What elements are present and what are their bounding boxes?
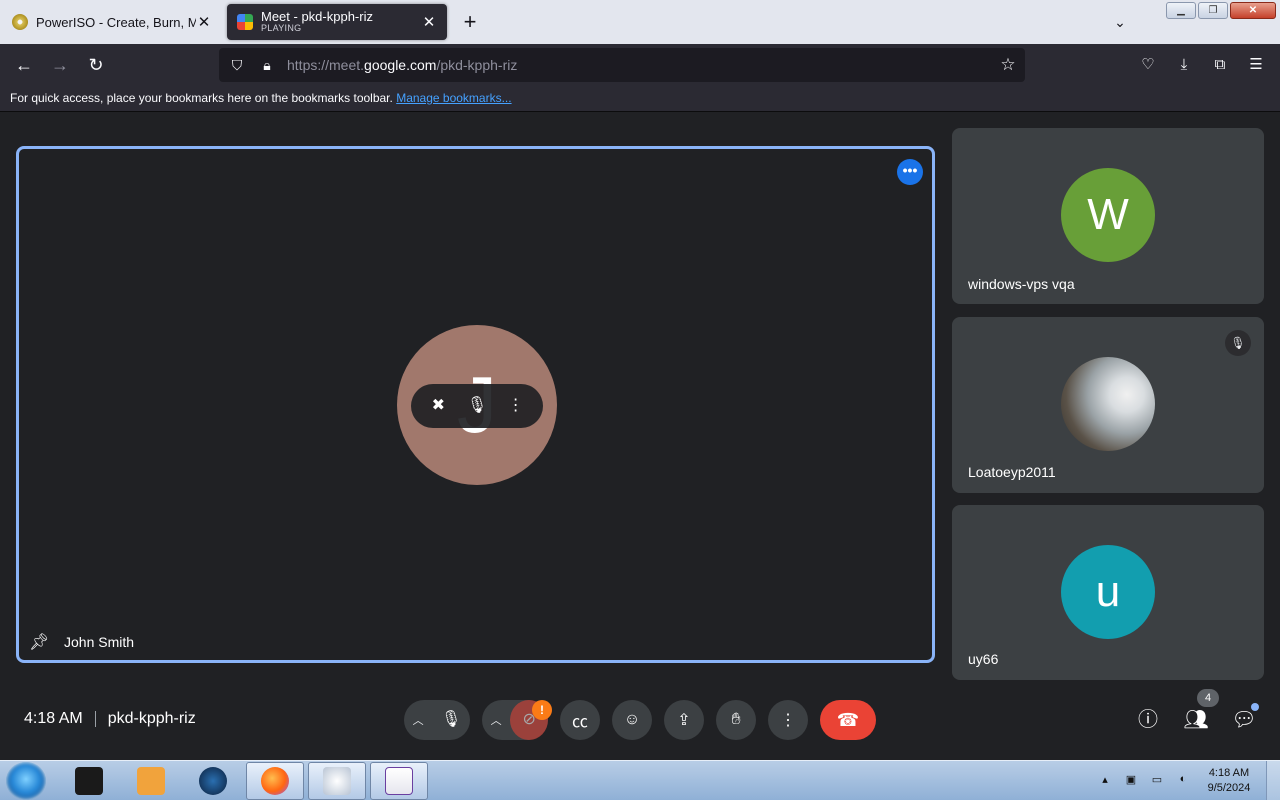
- close-tab-icon[interactable]: ✕: [421, 13, 437, 31]
- volume-icon[interactable]: ◐: [1174, 773, 1192, 789]
- close-tab-icon[interactable]: ✕: [196, 13, 212, 31]
- list-all-tabs-chevron-icon[interactable]: ⌄: [1108, 10, 1132, 34]
- mic-off-icon: 🎙︎: [1225, 330, 1251, 356]
- taskbar-app-player-icon[interactable]: [122, 762, 180, 800]
- meeting-code: pkd-kpph-riz: [107, 710, 196, 727]
- clock-date: 9/5/2024: [1207, 782, 1251, 794]
- show-hidden-icons-icon[interactable]: ▴: [1096, 773, 1114, 789]
- downloads-icon[interactable]: ⤓: [1172, 53, 1196, 77]
- system-tray: ▴ ▣ ▭ ◐ 4:18 AM 9/5/2024: [1092, 761, 1280, 800]
- new-tab-button[interactable]: +: [458, 9, 482, 35]
- mute-mic-icon[interactable]: 🎙︎: [462, 391, 492, 421]
- tab-strip: PowerISO - Create, Burn, Mount ✕ Meet - …: [0, 0, 1280, 44]
- tab-poweriso[interactable]: PowerISO - Create, Burn, Mount ✕: [2, 4, 222, 40]
- participant-name: uy66: [968, 651, 999, 667]
- tab-meet[interactable]: Meet - pkd-kpph-riz PLAYING ✕: [227, 4, 447, 40]
- camera-warning-badge: !: [532, 700, 552, 720]
- chat-notification-dot: [1251, 703, 1259, 711]
- emoji-reactions-icon[interactable]: ☺: [612, 700, 652, 740]
- more-options-icon[interactable]: •••: [897, 159, 923, 185]
- network-icon[interactable]: ▭: [1148, 773, 1166, 789]
- pin-icon: 📌︎: [29, 634, 50, 651]
- lock-icon[interactable]: 🔒︎: [257, 55, 277, 75]
- taskbar-app-media-icon[interactable]: [60, 762, 118, 800]
- pocket-icon[interactable]: ♡: [1136, 53, 1160, 77]
- avatar-photo: [1061, 357, 1155, 451]
- poweriso-icon: [12, 14, 28, 30]
- tab-title: Meet - pkd-kpph-riz: [261, 9, 373, 24]
- tile-hover-controls: ✖︎ 🎙︎ ⋮: [411, 384, 543, 428]
- url-prefix: https://meet.: [287, 57, 365, 73]
- meeting-info: 4:18 AM pkd-kpph-riz: [24, 710, 196, 728]
- url-host: google.com: [364, 57, 437, 73]
- url-path: /pkd-kpph-riz: [436, 57, 518, 73]
- start-button[interactable]: [6, 762, 46, 800]
- participant-tile[interactable]: W windows-vps vqa: [952, 128, 1264, 304]
- unpin-icon[interactable]: ✖︎: [423, 391, 453, 421]
- meeting-time: 4:18 AM: [24, 710, 83, 727]
- people-icon[interactable]: 👥︎: [1181, 705, 1211, 735]
- show-desktop-button[interactable]: [1266, 761, 1280, 800]
- minimize-button[interactable]: ▁: [1166, 2, 1196, 19]
- windows-taskbar: ▴ ▣ ▭ ◐ 4:18 AM 9/5/2024: [0, 760, 1280, 800]
- participant-name: Loatoeyp2011: [968, 464, 1056, 480]
- participant-tile[interactable]: 🎙︎ Loatoeyp2011: [952, 317, 1264, 493]
- avatar: W: [1061, 168, 1155, 262]
- forward-arrow-icon[interactable]: →: [47, 52, 73, 78]
- tray-app-icon[interactable]: ▣: [1122, 773, 1140, 789]
- url-bar[interactable]: ⛉ 🔒︎ https://meet. google.com/pkd-kpph-ri…: [219, 48, 1025, 82]
- bookmark-star-icon[interactable]: ☆: [997, 54, 1019, 76]
- bookmarks-toolbar: For quick access, place your bookmarks h…: [0, 86, 1280, 112]
- divider: [94, 711, 96, 727]
- window-controls: ▁ ❐ ✕: [1166, 2, 1276, 19]
- shield-icon[interactable]: ⛉: [227, 55, 247, 75]
- audio-options-chevron-icon[interactable]: ︿: [404, 712, 432, 728]
- reload-icon[interactable]: ↻: [83, 52, 109, 78]
- participant-name: windows-vps vqa: [968, 276, 1075, 292]
- taskbar-visual-studio-icon[interactable]: [370, 762, 428, 800]
- back-arrow-icon[interactable]: ←: [11, 52, 37, 78]
- microphone-icon[interactable]: 🎙︎: [432, 700, 470, 740]
- meet-icon: [237, 14, 253, 30]
- system-clock[interactable]: 4:18 AM 9/5/2024: [1196, 766, 1262, 796]
- people-count-badge: 4: [1197, 689, 1219, 707]
- manage-bookmarks-link[interactable]: Manage bookmarks...: [396, 91, 511, 105]
- captions-icon[interactable]: ㏄: [560, 700, 600, 740]
- participant-name: John Smith: [64, 634, 135, 650]
- avatar: u: [1061, 545, 1155, 639]
- more-options-vert-icon[interactable]: ⋮: [768, 700, 808, 740]
- close-window-button[interactable]: ✕: [1230, 2, 1276, 19]
- meeting-details-info-icon[interactable]: ⓘ: [1133, 705, 1163, 735]
- main-video-tile[interactable]: ••• J ✖︎ 🎙︎ ⋮ 📌︎ John Smith: [16, 146, 935, 663]
- taskbar-firefox-icon[interactable]: [246, 762, 304, 800]
- navigation-toolbar: ← → ↻ ⛉ 🔒︎ https://meet. google.com/pkd-k…: [0, 44, 1280, 86]
- extensions-icon[interactable]: ⧉: [1208, 53, 1232, 77]
- raise-hand-icon[interactable]: ✋︎: [716, 700, 756, 740]
- clock-time: 4:18 AM: [1208, 767, 1250, 779]
- bookmarks-hint: For quick access, place your bookmarks h…: [10, 91, 393, 105]
- present-screen-icon[interactable]: ⇪: [664, 700, 704, 740]
- taskbar-poweriso-icon[interactable]: [308, 762, 366, 800]
- hamburger-menu-icon[interactable]: ☰: [1244, 53, 1268, 77]
- participant-tile[interactable]: u uy66: [952, 505, 1264, 680]
- restore-button[interactable]: ❐: [1198, 2, 1228, 19]
- tab-title: PowerISO - Create, Burn, Mount: [36, 14, 196, 30]
- mic-control: ︿ 🎙︎: [404, 700, 470, 740]
- tab-playing-label: PLAYING: [261, 23, 302, 34]
- more-vert-icon[interactable]: ⋮: [501, 391, 531, 421]
- video-options-chevron-icon[interactable]: ︿: [482, 712, 510, 728]
- taskbar-app-globe-icon[interactable]: [184, 762, 242, 800]
- leave-call-icon[interactable]: ☎︎: [820, 700, 876, 740]
